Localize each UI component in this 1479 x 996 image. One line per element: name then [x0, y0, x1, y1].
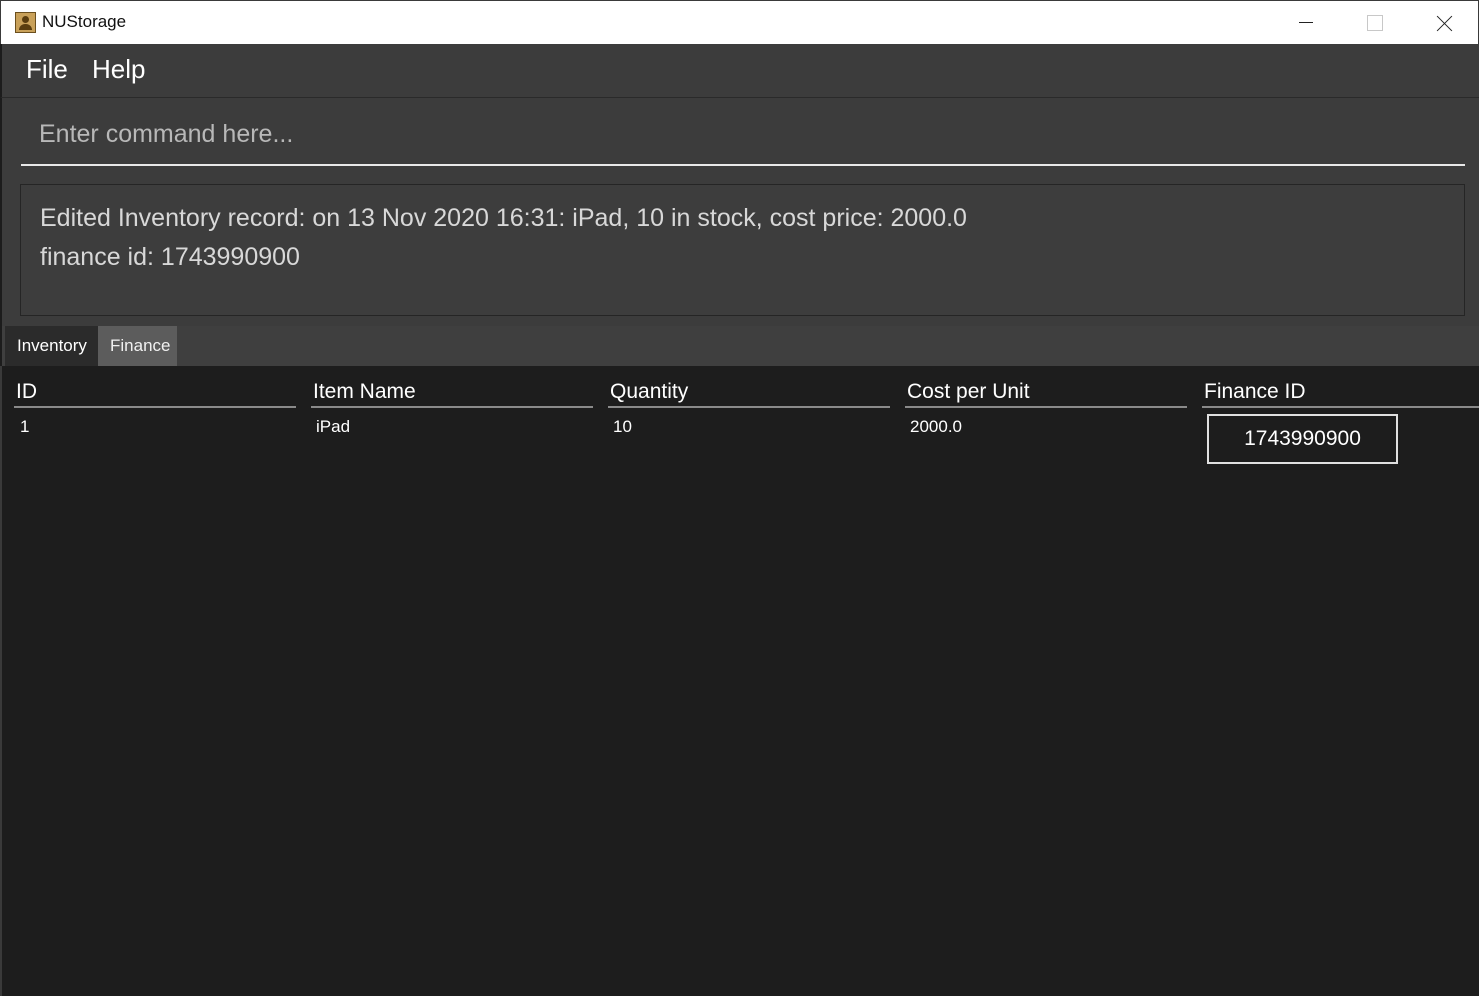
menu-bar: File Help	[0, 44, 1479, 98]
maximize-button[interactable]	[1339, 1, 1409, 45]
window-title: NUStorage	[42, 12, 127, 31]
column-header-id[interactable]: ID	[14, 380, 296, 408]
command-box	[0, 98, 1479, 178]
app-icon	[15, 12, 36, 33]
tab-bar: Inventory Finance	[0, 326, 1479, 366]
command-input[interactable]	[21, 104, 1465, 166]
cell-cost-per-unit: 2000.0	[910, 417, 962, 436]
cell-item-name: iPad	[316, 417, 351, 436]
menu-file[interactable]: File	[26, 54, 68, 85]
inventory-table: ID Item Name Quantity Cost per Unit Fina…	[0, 366, 1479, 996]
tab-inventory[interactable]: Inventory	[5, 326, 98, 366]
cell-quantity: 10	[613, 417, 632, 436]
column-header-finance-id[interactable]: Finance ID	[1202, 380, 1479, 408]
result-display: Edited Inventory record: on 13 Nov 2020 …	[20, 184, 1465, 316]
result-line: Edited Inventory record: on 13 Nov 2020 …	[40, 204, 967, 232]
column-header-cost-per-unit[interactable]: Cost per Unit	[905, 380, 1187, 408]
column-header-quantity[interactable]: Quantity	[608, 380, 890, 408]
column-header-item-name[interactable]: Item Name	[311, 380, 593, 408]
menu-help[interactable]: Help	[92, 54, 145, 85]
close-button[interactable]	[1409, 1, 1479, 45]
title-bar: NUStorage	[0, 0, 1479, 44]
cell-id: 1	[20, 417, 30, 436]
result-display-pane: Edited Inventory record: on 13 Nov 2020 …	[0, 176, 1479, 326]
result-line: finance id: 1743990900	[40, 243, 300, 271]
minimize-button[interactable]	[1271, 1, 1341, 45]
tab-finance[interactable]: Finance	[98, 326, 177, 366]
finance-id-button[interactable]: 1743990900	[1207, 414, 1398, 464]
